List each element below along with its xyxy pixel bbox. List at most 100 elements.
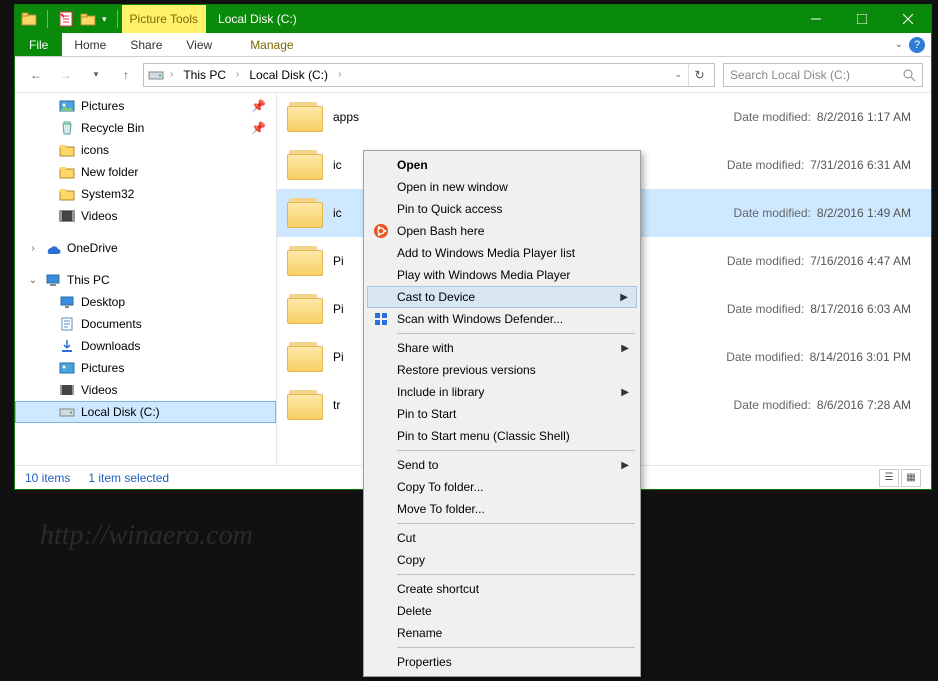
ribbon-expand-icon[interactable]: ⌄ xyxy=(895,39,903,50)
documents-icon xyxy=(59,316,75,332)
ctx-separator xyxy=(397,450,635,451)
nav-label: Videos xyxy=(81,209,117,223)
nav-icons[interactable]: icons xyxy=(15,139,276,161)
file-date: 7/31/2016 6:31 AM xyxy=(810,158,911,172)
up-button[interactable]: ↑ xyxy=(113,62,139,88)
ctx-share-with[interactable]: Share with ▶ xyxy=(367,337,637,359)
properties-icon[interactable] xyxy=(58,11,74,27)
ctx-pin-start[interactable]: Pin to Start xyxy=(367,403,637,425)
submenu-arrow-icon: ▶ xyxy=(621,343,629,354)
ctx-pin-classic-shell[interactable]: Pin to Start menu (Classic Shell) xyxy=(367,425,637,447)
breadcrumb-drive[interactable]: Local Disk (C:) xyxy=(245,68,332,82)
thumbnails-view-button[interactable]: ▦ xyxy=(901,469,921,487)
addr-dropdown-icon[interactable]: ⌄ xyxy=(668,69,688,80)
details-view-button[interactable]: ☰ xyxy=(879,469,899,487)
back-button[interactable]: ← xyxy=(23,62,49,88)
ctx-pin-quick-access[interactable]: Pin to Quick access xyxy=(367,198,637,220)
close-button[interactable] xyxy=(885,5,931,33)
nav-label: New folder xyxy=(81,165,138,179)
forward-button[interactable]: → xyxy=(53,62,79,88)
date-label: Date modified: xyxy=(727,158,804,172)
manage-tab[interactable]: Manage xyxy=(238,33,305,56)
picture-tools-contextual-tab[interactable]: Picture Tools xyxy=(122,5,206,33)
ctx-rename[interactable]: Rename xyxy=(367,622,637,644)
ctx-label: Scan with Windows Defender... xyxy=(397,312,563,326)
ctx-restore-versions[interactable]: Restore previous versions xyxy=(367,359,637,381)
nav-onedrive[interactable]: › OneDrive xyxy=(15,237,276,259)
date-label: Date modified: xyxy=(727,302,804,316)
file-meta: Date modified:8/2/2016 1:17 AM xyxy=(734,110,911,124)
file-meta: Date modified:8/2/2016 1:49 AM xyxy=(734,206,911,220)
ctx-include-library[interactable]: Include in library ▶ xyxy=(367,381,637,403)
onedrive-icon xyxy=(45,240,61,256)
picture-tools-label: Picture Tools xyxy=(130,12,198,26)
file-date: 8/17/2016 6:03 AM xyxy=(810,302,911,316)
ctx-cast-to-device[interactable]: Cast to Device ▶ xyxy=(367,286,637,308)
navigation-row: ← → ▾ ↑ › This PC › Local Disk (C:) › ⌄ … xyxy=(15,57,931,93)
ctx-delete[interactable]: Delete xyxy=(367,600,637,622)
ctx-wmp-add[interactable]: Add to Windows Media Player list xyxy=(367,242,637,264)
nav-downloads[interactable]: Downloads xyxy=(15,335,276,357)
chevron-right-icon[interactable]: › xyxy=(336,69,343,80)
search-box[interactable]: Search Local Disk (C:) xyxy=(723,63,923,87)
view-tab[interactable]: View xyxy=(174,33,224,56)
nav-desktop[interactable]: Desktop xyxy=(15,291,276,313)
pin-icon: 📌 xyxy=(251,121,266,135)
titlebar: ▾ Picture Tools Local Disk (C:) xyxy=(15,5,931,33)
nav-this-pc[interactable]: ⌄ This PC xyxy=(15,269,276,291)
maximize-button[interactable] xyxy=(839,5,885,33)
home-tab[interactable]: Home xyxy=(62,33,118,56)
ctx-open-new-window[interactable]: Open in new window xyxy=(367,176,637,198)
ctx-send-to[interactable]: Send to ▶ xyxy=(367,454,637,476)
nav-pictures[interactable]: Pictures 📌 xyxy=(15,95,276,117)
ctx-scan-defender[interactable]: Scan with Windows Defender... xyxy=(367,308,637,330)
ctx-move-to-folder[interactable]: Move To folder... xyxy=(367,498,637,520)
nav-videos[interactable]: Videos xyxy=(15,379,276,401)
ctx-label: Open Bash here xyxy=(397,224,484,238)
ctx-create-shortcut[interactable]: Create shortcut xyxy=(367,578,637,600)
window-title: Local Disk (C:) xyxy=(218,12,297,26)
nav-label: This PC xyxy=(67,273,110,287)
nav-videos[interactable]: Videos xyxy=(15,205,276,227)
nav-label: Recycle Bin xyxy=(81,121,144,135)
share-tab[interactable]: Share xyxy=(118,33,174,56)
nav-local-disk[interactable]: Local Disk (C:) xyxy=(15,401,276,423)
recycle-bin-icon xyxy=(59,120,75,136)
nav-system32[interactable]: System32 xyxy=(15,183,276,205)
date-label: Date modified: xyxy=(734,110,811,124)
nav-recycle-bin[interactable]: Recycle Bin 📌 xyxy=(15,117,276,139)
nav-documents[interactable]: Documents xyxy=(15,313,276,335)
expand-arrow-icon[interactable]: ⌄ xyxy=(27,275,39,286)
ctx-copy-to-folder[interactable]: Copy To folder... xyxy=(367,476,637,498)
qat-cust-icon[interactable]: ▾ xyxy=(102,14,107,25)
file-tab[interactable]: File xyxy=(15,33,62,56)
nav-label: Desktop xyxy=(81,295,125,309)
breadcrumb-thispc[interactable]: This PC xyxy=(179,68,230,82)
ctx-label: Cast to Device xyxy=(397,290,475,304)
file-row[interactable]: appsDate modified:8/2/2016 1:17 AM xyxy=(277,93,931,141)
nav-new-folder[interactable]: New folder xyxy=(15,161,276,183)
chevron-right-icon[interactable]: › xyxy=(168,69,175,80)
nav-pictures[interactable]: Pictures xyxy=(15,357,276,379)
minimize-button[interactable] xyxy=(793,5,839,33)
new-folder-icon[interactable] xyxy=(80,11,96,27)
ctx-cut[interactable]: Cut xyxy=(367,527,637,549)
folder-icon xyxy=(287,246,323,276)
refresh-button[interactable]: ↻ xyxy=(688,64,710,86)
file-meta: Date modified: 7/31/2016 6:31 AM xyxy=(727,158,911,172)
context-menu: Open Open in new window Pin to Quick acc… xyxy=(363,150,641,677)
help-icon[interactable]: ? xyxy=(909,37,925,53)
ctx-open[interactable]: Open xyxy=(367,154,637,176)
ctx-open-bash[interactable]: Open Bash here xyxy=(367,220,637,242)
ctx-properties[interactable]: Properties xyxy=(367,651,637,673)
chevron-right-icon[interactable]: › xyxy=(234,69,241,80)
nav-label: icons xyxy=(81,143,109,157)
address-bar[interactable]: › This PC › Local Disk (C:) › ⌄ ↻ xyxy=(143,63,715,87)
expand-arrow-icon[interactable]: › xyxy=(27,243,39,254)
nav-label: System32 xyxy=(81,187,134,201)
date-label: Date modified: xyxy=(727,254,804,268)
recent-locations-button[interactable]: ▾ xyxy=(83,62,109,88)
ctx-wmp-play[interactable]: Play with Windows Media Player xyxy=(367,264,637,286)
ctx-copy[interactable]: Copy xyxy=(367,549,637,571)
drive-icon xyxy=(148,67,164,83)
